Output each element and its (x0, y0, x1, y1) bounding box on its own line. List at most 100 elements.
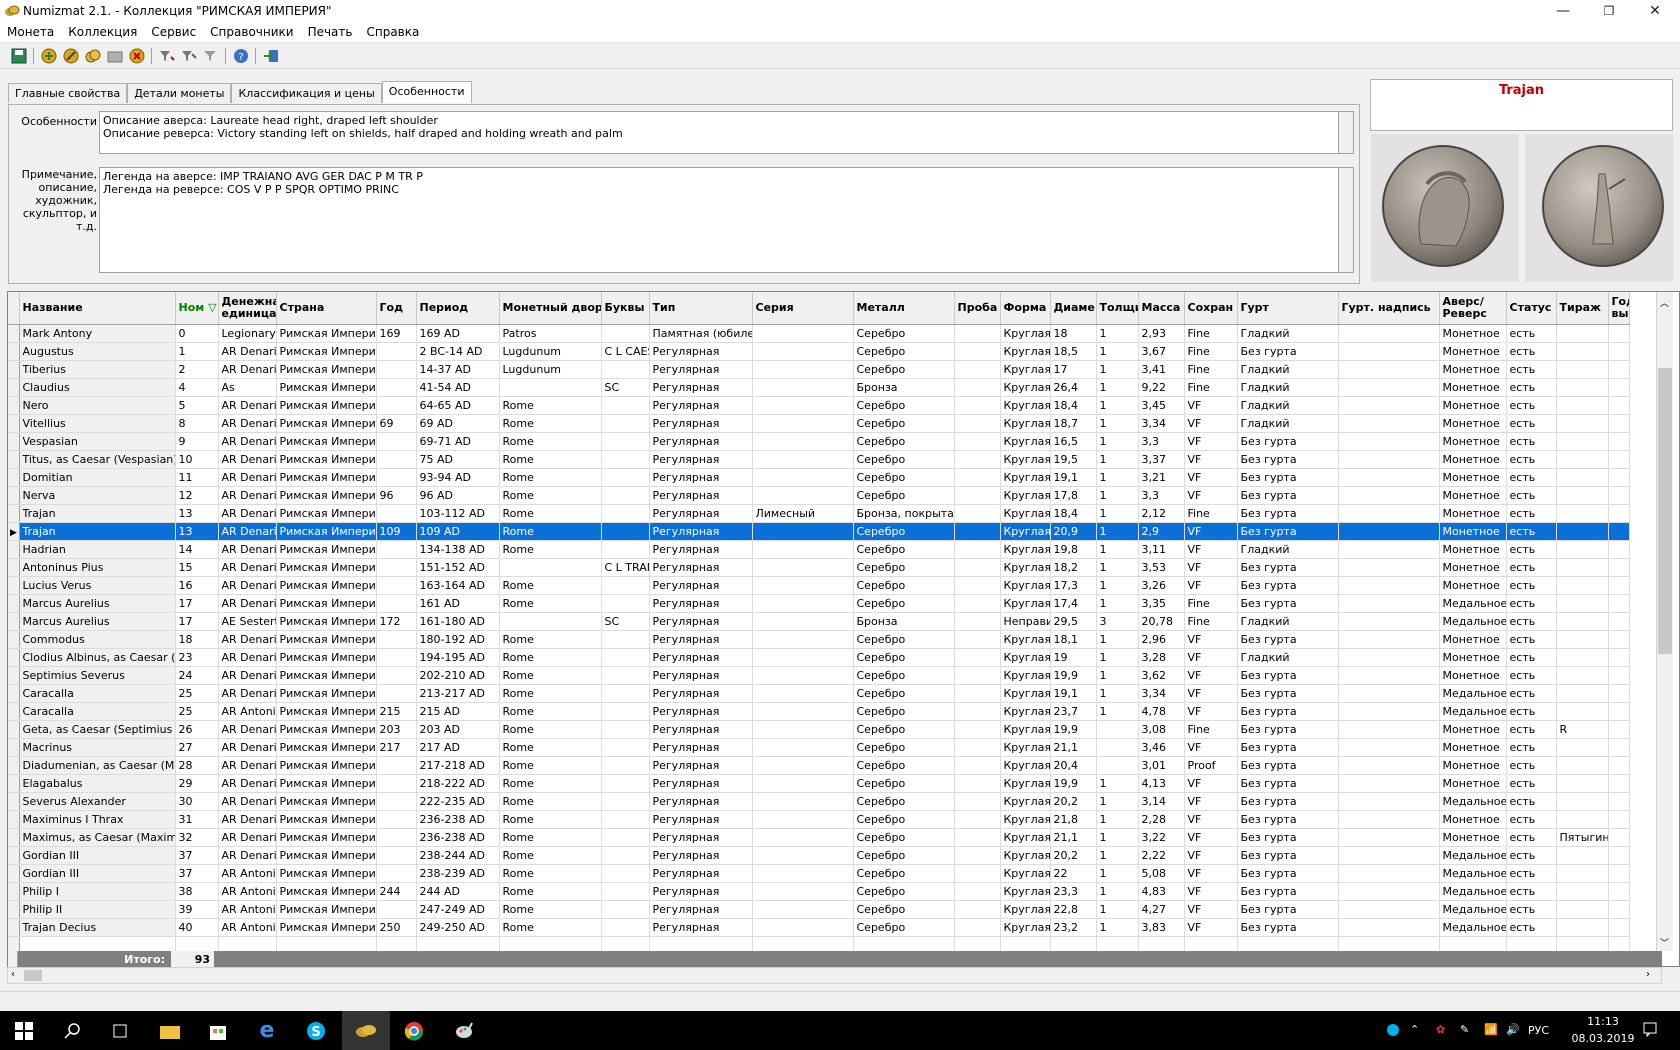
table-cell[interactable]: AR Denarius (218, 666, 277, 685)
tab-coin-details[interactable]: Детали монеты (127, 83, 232, 103)
table-cell[interactable]: Серебро (853, 810, 955, 829)
table-cell[interactable]: 17,8 (1050, 486, 1097, 505)
table-row[interactable]: Antoninus Pius15AR DenariusРимская Импер… (8, 558, 1630, 577)
table-cell[interactable]: 202-210 AD (416, 666, 500, 685)
table-cell[interactable]: Монетное (1439, 468, 1507, 487)
table-cell[interactable]: VF (1184, 666, 1238, 685)
table-cell[interactable] (954, 504, 1001, 523)
table-cell[interactable]: AR Denarius (218, 810, 277, 829)
table-cell[interactable]: 25 (175, 684, 219, 703)
table-cell[interactable]: 2,93 (1138, 324, 1185, 343)
delete-icon[interactable] (127, 46, 147, 66)
table-cell[interactable]: Римская Империя (276, 432, 377, 451)
table-cell[interactable]: Регулярная (649, 378, 753, 397)
table-cell[interactable]: Круглая (1000, 648, 1051, 667)
table-cell[interactable]: 2,96 (1138, 630, 1185, 649)
table-cell[interactable]: Серебро (853, 648, 955, 667)
table-cell[interactable]: 244 AD (416, 882, 500, 901)
table-cell[interactable]: Серебро (853, 702, 955, 721)
table-cell[interactable] (752, 414, 854, 433)
table-cell[interactable] (954, 432, 1001, 451)
table-cell[interactable]: Регулярная (649, 882, 753, 901)
tray-chevron-icon[interactable]: ⌃ (1410, 1023, 1419, 1036)
table-cell[interactable]: 21,8 (1050, 810, 1097, 829)
table-cell[interactable]: 40 (175, 918, 219, 937)
table-cell[interactable]: 18,4 (1050, 396, 1097, 415)
table-cell[interactable]: 3,34 (1138, 684, 1185, 703)
table-cell[interactable]: Серебро (853, 450, 955, 469)
table-cell[interactable]: VF (1184, 576, 1238, 595)
table-cell[interactable]: Римская Империя (276, 414, 377, 433)
table-cell[interactable]: 2,28 (1138, 810, 1185, 829)
table-cell[interactable]: Медальное (1439, 900, 1507, 919)
table-cell[interactable] (601, 756, 650, 775)
table-cell[interactable]: Регулярная (649, 828, 753, 847)
table-cell[interactable]: есть (1506, 630, 1557, 649)
row-indicator[interactable] (8, 468, 20, 487)
table-cell[interactable] (954, 774, 1001, 793)
table-cell[interactable] (601, 594, 650, 613)
table-cell[interactable] (1556, 792, 1609, 811)
table-cell[interactable]: 15 (175, 558, 219, 577)
table-cell[interactable]: Без гурта (1237, 846, 1339, 865)
table-cell[interactable] (752, 612, 854, 631)
table-row[interactable]: Caracalla25AR AntoninianusРимская Импери… (8, 702, 1630, 721)
table-cell[interactable]: Гладкий (1237, 540, 1339, 559)
table-cell[interactable]: VF (1184, 846, 1238, 865)
table-cell[interactable]: 29 (175, 774, 219, 793)
row-indicator[interactable] (8, 864, 20, 883)
table-row[interactable]: Marcus Aurelius17AR DenariusРимская Импе… (8, 594, 1630, 613)
table-cell[interactable] (752, 738, 854, 757)
table-cell[interactable]: AR Denarius (218, 774, 277, 793)
table-cell[interactable]: AR Denarius (218, 630, 277, 649)
table-cell[interactable] (1608, 918, 1630, 937)
table-cell[interactable]: 38 (175, 882, 219, 901)
table-cell[interactable]: Монетное (1439, 360, 1507, 379)
table-cell[interactable]: 17,4 (1050, 594, 1097, 613)
table-row[interactable]: Clodius Albinus, as Caesar (Septimius23A… (8, 648, 1630, 667)
table-row[interactable]: Augustus1AR DenariusРимская Империя2 BC-… (8, 342, 1630, 361)
table-cell[interactable]: есть (1506, 846, 1557, 865)
skype-icon[interactable]: S (292, 1011, 340, 1050)
table-cell[interactable] (1556, 396, 1609, 415)
table-cell[interactable]: SC (601, 612, 650, 631)
table-cell[interactable] (376, 378, 417, 397)
table-cell[interactable] (601, 576, 650, 595)
table-cell[interactable]: Круглая (1000, 828, 1051, 847)
table-cell[interactable]: 18,1 (1050, 630, 1097, 649)
row-indicator[interactable] (8, 486, 20, 505)
table-cell[interactable]: 14-37 AD (416, 360, 500, 379)
table-cell[interactable] (1096, 756, 1139, 775)
table-cell[interactable]: Регулярная (649, 450, 753, 469)
row-indicator[interactable] (8, 576, 20, 595)
table-cell[interactable] (1338, 540, 1440, 559)
table-cell[interactable]: 5,08 (1138, 864, 1185, 883)
table-cell[interactable] (1556, 864, 1609, 883)
table-row[interactable]: Severus Alexander30AR DenariusРимская Им… (8, 792, 1630, 811)
table-cell[interactable]: Rome (499, 684, 602, 703)
table-cell[interactable] (376, 342, 417, 361)
table-cell[interactable]: Римская Империя (276, 774, 377, 793)
table-cell[interactable]: 19,1 (1050, 684, 1097, 703)
table-cell[interactable]: Регулярная (649, 774, 753, 793)
table-cell[interactable]: Без гурта (1237, 828, 1339, 847)
table-cell[interactable]: Без гурта (1237, 900, 1339, 919)
table-cell[interactable] (1338, 792, 1440, 811)
table-cell[interactable]: Gordian III (19, 846, 176, 865)
table-cell[interactable]: Регулярная (649, 684, 753, 703)
table-cell[interactable]: AR Denarius (218, 576, 277, 595)
table-cell[interactable]: 1 (1096, 414, 1139, 433)
table-cell[interactable]: есть (1506, 378, 1557, 397)
table-cell[interactable]: 16 (175, 576, 219, 595)
table-cell[interactable]: 25 (175, 702, 219, 721)
row-indicator[interactable] (8, 594, 20, 613)
language-indicator[interactable]: РУС (1528, 1024, 1549, 1037)
clock-date[interactable]: 08.03.2019 (1569, 1032, 1637, 1045)
table-cell[interactable]: Серебро (853, 684, 955, 703)
table-cell[interactable] (376, 504, 417, 523)
table-cell[interactable]: Медальное (1439, 918, 1507, 937)
table-cell[interactable]: Lucius Verus (19, 576, 176, 595)
table-cell[interactable]: 161-180 AD (416, 612, 500, 631)
table-cell[interactable] (752, 828, 854, 847)
table-cell[interactable]: Без гурта (1237, 882, 1339, 901)
